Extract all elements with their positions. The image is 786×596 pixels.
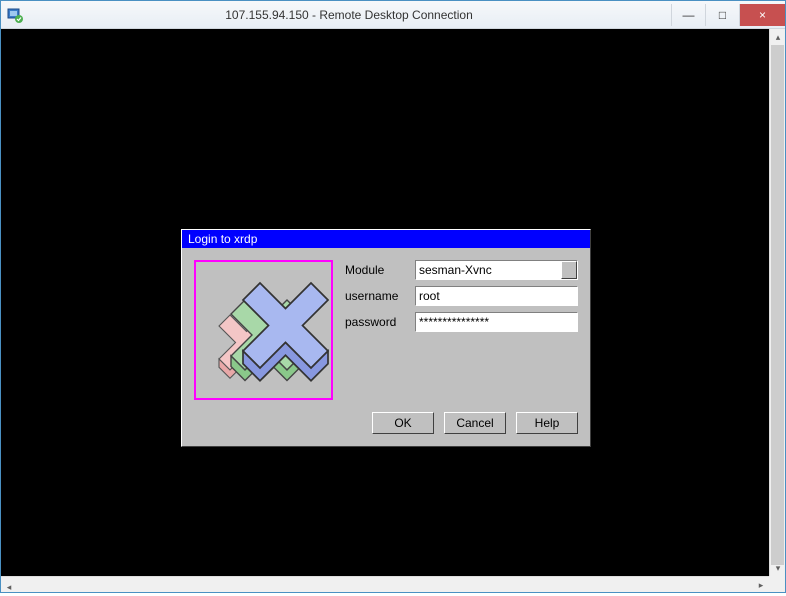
module-label: Module: [345, 263, 415, 277]
scroll-right-icon[interactable]: ▸: [753, 577, 769, 593]
scroll-left-icon[interactable]: ◂: [1, 580, 17, 596]
maximize-icon: □: [719, 8, 726, 22]
dropdown-icon[interactable]: [561, 261, 577, 279]
window-title: 107.155.94.150 - Remote Desktop Connecti…: [27, 8, 671, 22]
minimize-button[interactable]: —: [671, 4, 705, 26]
password-row: password: [345, 312, 578, 332]
scroll-up-icon[interactable]: ▴: [770, 29, 786, 45]
module-value: sesman-Xvnc: [419, 263, 492, 277]
vertical-scrollbar[interactable]: ▴ ▾: [769, 29, 785, 576]
xrdp-login-dialog: Login to xrdp: [181, 229, 591, 447]
close-icon: ×: [759, 8, 766, 22]
username-row: username: [345, 286, 578, 306]
remote-viewport[interactable]: Login to xrdp: [1, 29, 769, 576]
close-button[interactable]: ×: [739, 4, 785, 26]
cancel-button[interactable]: Cancel: [444, 412, 506, 434]
ok-button[interactable]: OK: [372, 412, 434, 434]
titlebar[interactable]: 107.155.94.150 - Remote Desktop Connecti…: [1, 1, 785, 29]
xrdp-button-row: OK Cancel Help: [182, 412, 590, 446]
scroll-down-icon[interactable]: ▾: [770, 560, 786, 576]
help-button[interactable]: Help: [516, 412, 578, 434]
xrdp-dialog-body: Module sesman-Xvnc username password: [182, 248, 590, 412]
password-input[interactable]: [415, 312, 578, 332]
rdc-app-icon: [7, 7, 23, 23]
xrdp-form: Module sesman-Xvnc username password: [345, 260, 578, 400]
module-row: Module sesman-Xvnc: [345, 260, 578, 280]
rdc-window: 107.155.94.150 - Remote Desktop Connecti…: [0, 0, 786, 593]
username-label: username: [345, 289, 415, 303]
horizontal-scrollbar[interactable]: ◂ ▸: [1, 576, 769, 592]
xrdp-logo-icon: [194, 260, 333, 400]
xrdp-dialog-title[interactable]: Login to xrdp: [182, 230, 590, 248]
maximize-button[interactable]: □: [705, 4, 739, 26]
scroll-corner: [769, 576, 785, 592]
username-input[interactable]: [415, 286, 578, 306]
scroll-thumb-vertical[interactable]: [771, 45, 784, 565]
password-label: password: [345, 315, 415, 329]
module-select[interactable]: sesman-Xvnc: [415, 260, 578, 280]
content-area: Login to xrdp: [1, 29, 785, 592]
window-controls: — □ ×: [671, 4, 785, 26]
minimize-icon: —: [683, 8, 695, 22]
